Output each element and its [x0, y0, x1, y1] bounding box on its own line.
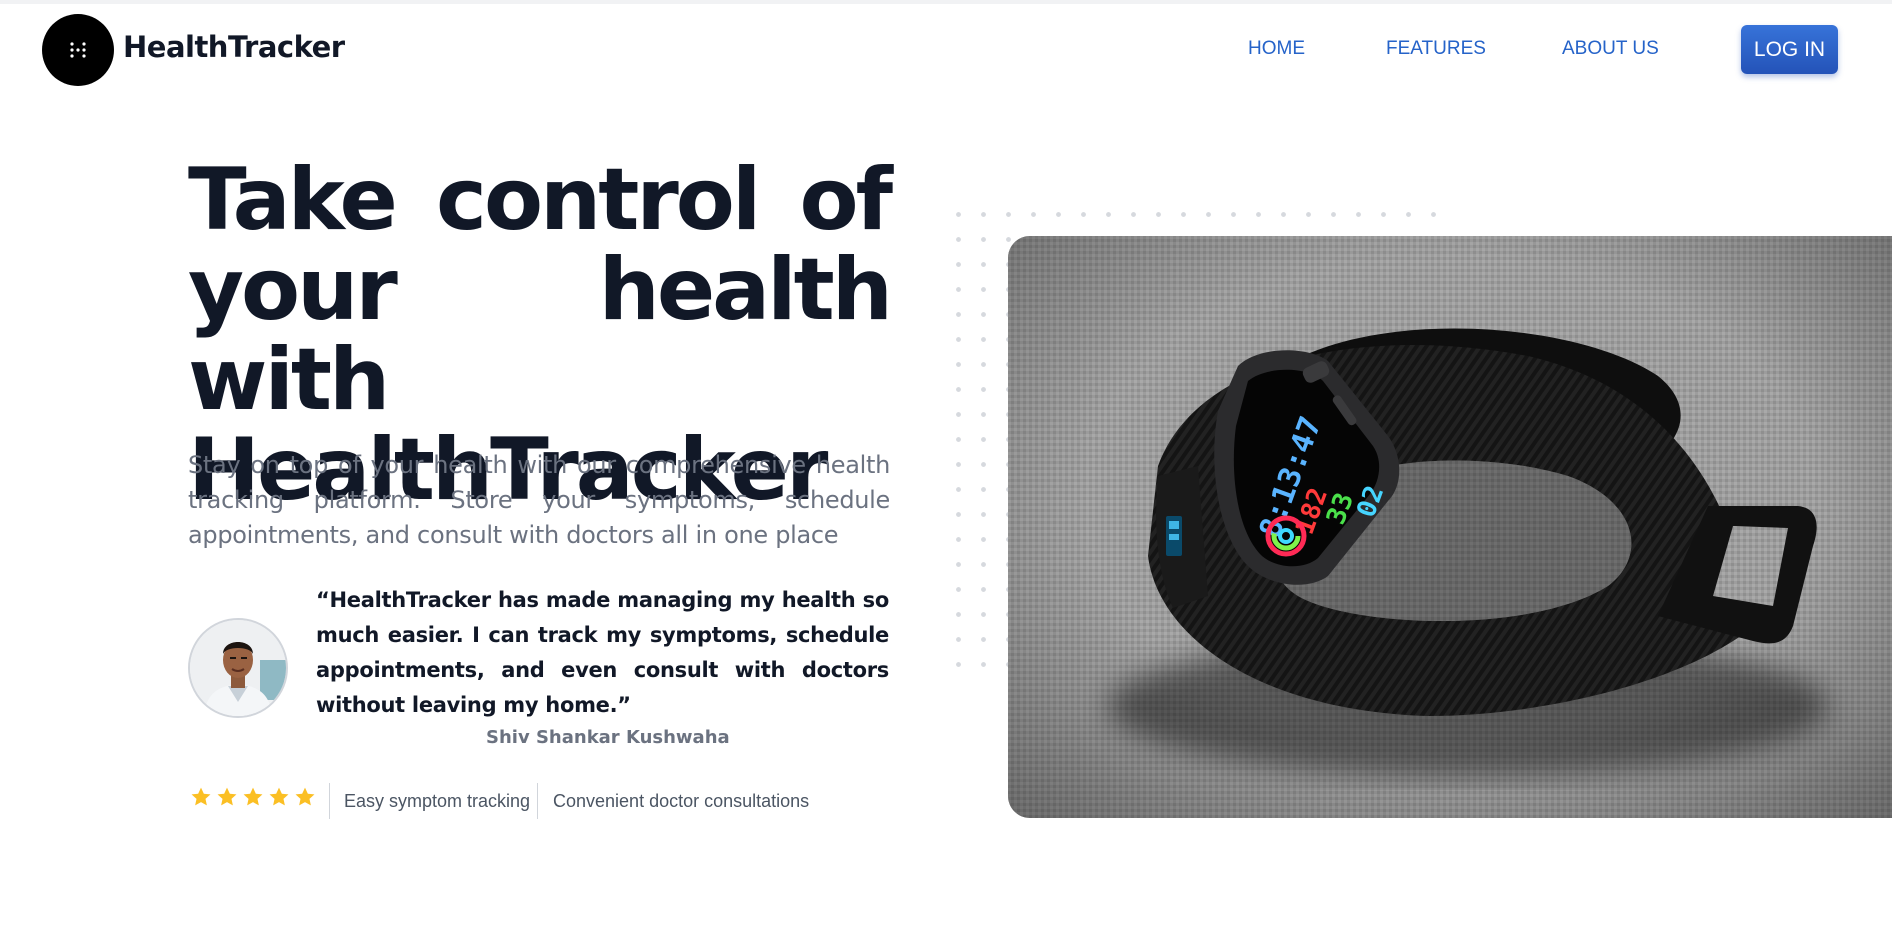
testimonial-quote: “HealthTracker has made managing my heal…: [316, 588, 889, 717]
smartwatch-photo-icon: 8:13:47 182 33 02: [1008, 236, 1892, 818]
star-icon: [216, 786, 238, 808]
hero-subtitle: Stay on top of your health with our comp…: [188, 451, 890, 549]
star-icon: [242, 786, 264, 808]
divider: [537, 783, 538, 819]
top-border: [0, 0, 1892, 4]
star-icon: [190, 786, 212, 808]
feature-symptom-tracking: Easy symptom tracking: [344, 791, 531, 811]
rating-stars: [190, 786, 316, 808]
brand-name[interactable]: HealthTracker: [123, 30, 345, 64]
hero-title-line-1: Take control of: [188, 150, 893, 250]
grid-dots-icon: [70, 42, 86, 58]
divider: [329, 783, 330, 819]
logo[interactable]: [42, 14, 114, 86]
nav-home[interactable]: HOME: [1248, 38, 1305, 60]
hero-product-image: 8:13:47 182 33 02: [1008, 236, 1892, 818]
testimonial-author: Shiv Shankar Kushwaha: [486, 727, 730, 748]
nav-about-us[interactable]: ABOUT US: [1562, 38, 1659, 60]
page: HealthTracker HOME FEATURES ABOUT US LOG…: [0, 0, 1892, 927]
nav-features[interactable]: FEATURES: [1386, 38, 1486, 60]
login-button[interactable]: LOG IN: [1741, 25, 1838, 74]
star-icon: [268, 786, 290, 808]
feature-doctor-consultations: Convenient doctor consultations: [553, 791, 810, 811]
testimonial-avatar: [188, 618, 288, 718]
star-icon: [294, 786, 316, 808]
person-photo-icon: [190, 620, 286, 716]
hero-title-line-2: your health with: [188, 240, 893, 430]
